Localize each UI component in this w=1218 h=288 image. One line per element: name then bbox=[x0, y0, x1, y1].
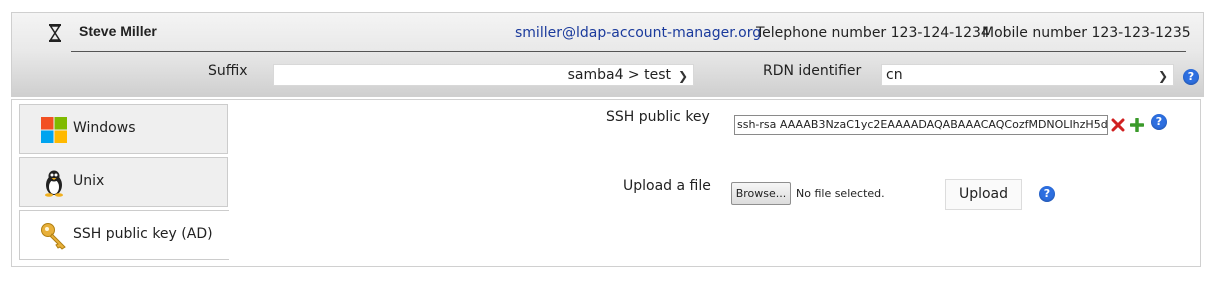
rdn-label: RDN identifier bbox=[763, 63, 862, 79]
upload-file-label: Upload a file bbox=[623, 178, 711, 194]
help-icon[interactable]: ? bbox=[1151, 114, 1167, 130]
module-panel: Windows Unix SSH public key (AD) SSH pub… bbox=[11, 99, 1201, 267]
ssh-key-label: SSH public key bbox=[606, 109, 710, 125]
rdn-value: cn bbox=[886, 67, 903, 83]
tux-icon bbox=[45, 170, 63, 197]
chevron-down-icon: ❯ bbox=[677, 69, 688, 83]
mobile-number: Mobile number 123-123-1235 bbox=[982, 25, 1191, 41]
suffix-label: Suffix bbox=[208, 63, 248, 79]
tab-windows[interactable]: Windows bbox=[19, 104, 228, 154]
rdn-select[interactable]: cn ❯ bbox=[881, 64, 1174, 86]
telephone-number: Telephone number 123-124-1234 bbox=[756, 25, 990, 41]
upload-button[interactable]: Upload bbox=[945, 179, 1022, 210]
no-file-status: No file selected. bbox=[796, 187, 885, 200]
help-icon[interactable]: ? bbox=[1183, 69, 1199, 85]
tab-unix[interactable]: Unix bbox=[19, 157, 228, 207]
windows-icon bbox=[41, 117, 67, 143]
chevron-down-icon: ❯ bbox=[1157, 69, 1168, 83]
header-divider bbox=[71, 51, 1186, 52]
account-name: Steve Miller bbox=[79, 23, 157, 39]
tab-label: Windows bbox=[73, 120, 136, 136]
browse-button[interactable]: Browse... bbox=[731, 182, 791, 205]
tab-label: SSH public key (AD) bbox=[73, 226, 213, 242]
email-link[interactable]: smiller@ldap-account-manager.org bbox=[515, 25, 761, 41]
suffix-select[interactable]: samba4 > test ❯ bbox=[273, 64, 694, 86]
delete-icon[interactable] bbox=[1111, 118, 1125, 132]
help-icon[interactable]: ? bbox=[1039, 186, 1055, 202]
ssh-key-input[interactable]: ssh-rsa AAAAB3NzaC1yc2EAAAADAQABAAACAQCo… bbox=[734, 115, 1108, 135]
add-icon[interactable] bbox=[1130, 118, 1144, 132]
tab-label: Unix bbox=[73, 173, 105, 189]
hourglass-icon bbox=[49, 24, 61, 42]
tab-ssh-public-key[interactable]: SSH public key (AD) bbox=[19, 210, 229, 260]
key-icon bbox=[41, 223, 66, 250]
suffix-value: samba4 > test bbox=[567, 67, 671, 83]
account-header: Steve Miller smiller@ldap-account-manage… bbox=[11, 12, 1204, 97]
